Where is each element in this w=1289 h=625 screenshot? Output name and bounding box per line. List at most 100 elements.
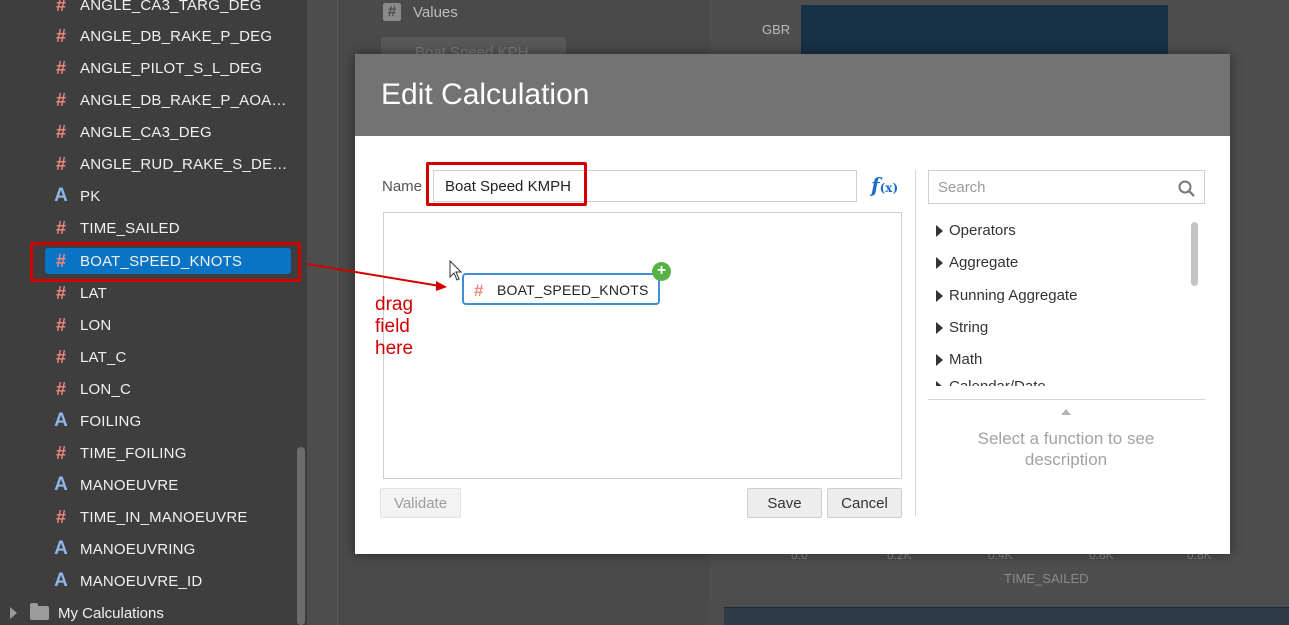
annotation-line: field xyxy=(375,316,410,337)
chart-bar xyxy=(801,5,1168,55)
hash-icon: # xyxy=(55,58,66,78)
field-label: ANGLE_CA3_DEG xyxy=(80,124,212,141)
field-label: ANGLE_DB_RAKE_P_AOA… xyxy=(80,92,287,109)
field-item[interactable]: # LON xyxy=(45,312,291,338)
hash-icon: # xyxy=(55,90,66,110)
function-icon[interactable]: f(x) xyxy=(871,173,903,197)
bottom-panel xyxy=(724,607,1289,625)
hash-icon: # xyxy=(55,122,66,142)
sidebar-scrollbar[interactable] xyxy=(297,447,305,625)
field-label: LAT xyxy=(80,285,107,302)
caret-right-icon xyxy=(936,380,943,386)
drag-annotation: drag field here xyxy=(375,294,421,360)
field-item[interactable]: # ANGLE_CA3_DEG xyxy=(45,119,291,145)
add-plus-icon[interactable]: + xyxy=(652,262,671,281)
values-label: Values xyxy=(413,4,458,21)
field-label: FOILING xyxy=(80,413,142,430)
caret-right-icon xyxy=(936,353,943,366)
panel-divider xyxy=(915,170,916,516)
token-label: BOAT_SPEED_KNOTS xyxy=(497,282,649,298)
text-a-icon: A xyxy=(54,185,68,206)
search-icon[interactable] xyxy=(1178,180,1195,197)
name-label: Name xyxy=(382,178,423,195)
field-item[interactable]: # LAT_C xyxy=(45,344,291,370)
annotation-line: drag xyxy=(375,294,414,315)
hash-icon: # xyxy=(55,507,66,527)
field-label: ANGLE_DB_RAKE_P_DEG xyxy=(80,28,273,45)
field-label: MANOEUVRE xyxy=(80,477,179,494)
data-panel: # ANGLE_CA3_TARG_DEG # ANGLE_DB_RAKE_P_DEG #… xyxy=(0,0,307,625)
category-label: String xyxy=(949,319,989,336)
function-search-input[interactable] xyxy=(928,170,1205,204)
field-item[interactable]: A MANOEUVRING xyxy=(45,536,291,562)
field-item[interactable]: # TIME_SAILED xyxy=(45,215,291,241)
hash-icon: # xyxy=(474,281,484,300)
my-calculations-folder[interactable]: My Calculations xyxy=(58,605,164,622)
caret-right-icon xyxy=(936,321,943,334)
function-list-scrollbar[interactable] xyxy=(1191,222,1198,286)
field-label: TIME_SAILED xyxy=(80,220,180,237)
category-label: Operators xyxy=(949,222,1016,239)
name-highlight xyxy=(426,162,587,206)
expand-caret-icon[interactable] xyxy=(10,607,17,619)
hash-icon: # xyxy=(55,283,66,303)
category-aggregate[interactable]: Aggregate xyxy=(936,254,1018,271)
category-operators[interactable]: Operators xyxy=(936,222,1016,239)
edit-calculation-dialog: Edit Calculation Name f(x) # BOAT_SPEED_… xyxy=(355,54,1230,554)
category-label: Running Aggregate xyxy=(949,287,1078,304)
category-label: Calendar/Date xyxy=(949,378,1046,386)
field-item[interactable]: A MANOEUVRE xyxy=(45,472,291,498)
dialog-header: Edit Calculation xyxy=(355,54,1230,136)
field-item[interactable]: A PK xyxy=(45,183,291,209)
text-a-icon: A xyxy=(54,570,68,591)
selection-highlight xyxy=(30,242,301,282)
collapse-up-icon[interactable] xyxy=(1061,409,1071,415)
folder-icon xyxy=(30,603,49,620)
description-divider xyxy=(928,399,1205,400)
category-string[interactable]: String xyxy=(936,319,988,336)
hash-icon: # xyxy=(55,347,66,367)
field-label: ANGLE_RUD_RAKE_S_DE… xyxy=(80,156,288,173)
field-label: PK xyxy=(80,188,101,205)
save-button[interactable]: Save xyxy=(747,488,822,518)
category-calendar-date[interactable]: Calendar/Date xyxy=(936,378,1046,386)
hash-icon: # xyxy=(55,218,66,238)
expression-field-token[interactable]: # BOAT_SPEED_KNOTS xyxy=(462,273,660,305)
function-description: Select a function to see description xyxy=(977,429,1155,469)
field-item[interactable]: A MANOEUVRE_ID xyxy=(45,568,291,594)
cancel-button[interactable]: Cancel xyxy=(827,488,902,518)
field-label: LON_C xyxy=(80,381,132,398)
field-item[interactable]: # ANGLE_PILOT_S_L_DEG xyxy=(45,55,291,81)
field-label: TIME_IN_MANOEUVRE xyxy=(80,509,248,526)
field-label: ANGLE_CA3_TARG_DEG xyxy=(80,0,262,14)
field-item[interactable]: # ANGLE_CA3_TARG_DEG xyxy=(45,0,291,18)
field-label: MANOEUVRING xyxy=(80,541,196,558)
field-label: ANGLE_PILOT_S_L_DEG xyxy=(80,60,263,77)
field-item[interactable]: # LAT xyxy=(45,280,291,306)
hash-icon: # xyxy=(383,3,401,21)
mouse-cursor-icon xyxy=(449,260,463,281)
validate-button[interactable]: Validate xyxy=(380,488,461,518)
text-a-icon: A xyxy=(54,538,68,559)
field-item[interactable]: # ANGLE_DB_RAKE_P_AOA… xyxy=(45,87,291,113)
caret-right-icon xyxy=(936,289,943,302)
category-label: Aggregate xyxy=(949,254,1019,271)
text-a-icon: A xyxy=(54,474,68,495)
text-a-icon: A xyxy=(54,410,68,431)
field-label: LON xyxy=(80,317,112,334)
field-item[interactable]: # LON_C xyxy=(45,376,291,402)
category-math[interactable]: Math xyxy=(936,351,982,368)
category-running-aggregate[interactable]: Running Aggregate xyxy=(936,287,1077,304)
hash-icon: # xyxy=(55,154,66,174)
field-label: MANOEUVRE_ID xyxy=(80,573,203,590)
field-item[interactable]: A FOILING xyxy=(45,408,291,434)
field-item[interactable]: # TIME_IN_MANOEUVRE xyxy=(45,504,291,530)
caret-right-icon xyxy=(936,224,943,237)
hash-icon: # xyxy=(55,443,66,463)
field-item[interactable]: # TIME_FOILING xyxy=(45,440,291,466)
annotation-line: here xyxy=(375,338,414,359)
expression-editor[interactable] xyxy=(383,212,902,479)
field-item[interactable]: # ANGLE_RUD_RAKE_S_DE… xyxy=(45,151,291,177)
axis-title: TIME_SAILED xyxy=(1004,571,1089,586)
field-item[interactable]: # ANGLE_DB_RAKE_P_DEG xyxy=(45,23,291,49)
